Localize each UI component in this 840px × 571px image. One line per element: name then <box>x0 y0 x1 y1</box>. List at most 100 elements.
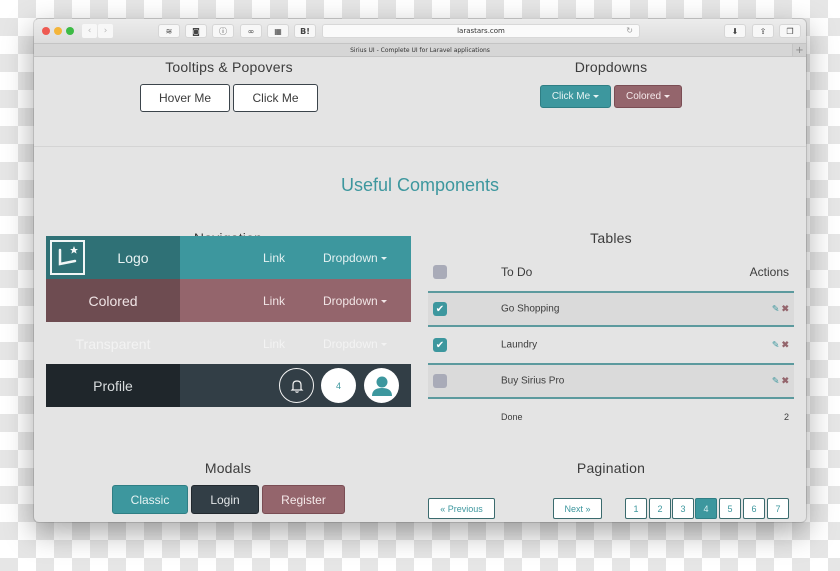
notifications-button[interactable] <box>279 368 314 403</box>
forward-button[interactable]: › <box>98 24 113 38</box>
back-button[interactable]: ‹ <box>82 24 97 38</box>
page-content: Tooltips & Popovers Hover Me Click Me Dr… <box>34 57 806 522</box>
useful-components-title: Useful Components <box>340 175 500 195</box>
avatar[interactable] <box>364 368 399 403</box>
table-row: Buy Sirius Pro ✎ ✖ <box>428 363 794 399</box>
navbar-brand[interactable]: Profile <box>46 364 180 407</box>
classic-modal-button[interactable]: Classic <box>112 485 188 514</box>
navbar-logo: Logo Link Dropdown <box>46 236 411 279</box>
navbar-profile: Profile 4 <box>46 364 411 407</box>
navbar-brand[interactable]: Transparent <box>46 322 180 365</box>
extension-record-button[interactable]: ◙ <box>185 24 207 38</box>
task-name: Buy Sirius Pro <box>501 375 565 387</box>
extension-book-button[interactable]: ▦ <box>267 24 289 38</box>
browser-toolbar: ‹ › ≋ ◙ ⓘ ∞ ▦ B! larastars.com ↻ ⬇ ⇪ ❐ <box>34 19 806 43</box>
delete-icon[interactable]: ✖ <box>781 340 789 351</box>
navbar-brand[interactable]: Colored <box>46 279 180 322</box>
share-button[interactable]: ⇪ <box>752 24 774 38</box>
nav-link[interactable]: Link <box>263 337 285 351</box>
table-header: To Do Actions <box>428 253 794 291</box>
dropdown-label: Dropdown <box>323 293 378 308</box>
click-me-button[interactable]: Click Me <box>233 84 318 112</box>
task-name: Go Shopping <box>501 303 560 315</box>
share-icon: ⇪ <box>759 26 767 36</box>
downloads-button[interactable]: ⬇ <box>724 24 746 38</box>
dropdown-label: Dropdown <box>323 336 378 351</box>
delete-icon[interactable]: ✖ <box>781 376 789 387</box>
extension-layers-button[interactable]: ≋ <box>158 24 180 38</box>
maximize-window-button[interactable] <box>66 27 74 35</box>
dropdown-label: Colored <box>625 91 662 102</box>
colored-dropdown[interactable]: Colored <box>614 85 682 108</box>
nav-link[interactable]: Link <box>263 294 285 308</box>
task-name: Laundry <box>501 339 538 351</box>
extension-link-button[interactable]: ∞ <box>240 24 262 38</box>
previous-page-button[interactable]: « Previous <box>428 498 495 519</box>
new-tab-button[interactable]: + <box>792 44 806 56</box>
brand-label: Transparent <box>75 335 151 352</box>
tab-title[interactable]: Sirius UI - Complete UI for Laravel appl… <box>350 47 490 54</box>
tabs-overview-button[interactable]: ❐ <box>779 24 801 38</box>
minimize-window-button[interactable] <box>54 27 62 35</box>
row-checkbox[interactable]: ✔ <box>433 302 447 316</box>
navbar-colored: Colored Link Dropdown <box>46 279 411 322</box>
check-icon: ✔ <box>435 339 445 351</box>
pencil-icon[interactable]: ✎ <box>772 376 780 387</box>
close-window-button[interactable] <box>42 27 50 35</box>
table-row: ✔ Laundry ✎ ✖ <box>428 327 794 363</box>
next-page-button[interactable]: Next » <box>553 498 602 519</box>
layers-icon: ≋ <box>165 26 173 36</box>
page-button-3[interactable]: 3 <box>672 498 694 519</box>
done-count: 2 <box>783 412 789 422</box>
tab-bar: Sirius UI - Complete UI for Laravel appl… <box>34 43 806 57</box>
dropdown-label: Click Me <box>551 91 591 102</box>
plus-icon: + <box>795 44 804 56</box>
record-icon: ◙ <box>192 26 200 36</box>
click-me-dropdown[interactable]: Click Me <box>540 85 611 108</box>
navbar-transparent: Transparent Link Dropdown <box>46 322 411 365</box>
pagination-title: Pagination <box>576 460 646 476</box>
navbar-brand[interactable]: Logo <box>46 236 180 279</box>
table-footer: Done 2 <box>428 399 794 435</box>
row-checkbox[interactable] <box>433 374 447 388</box>
logo-icon <box>50 240 85 275</box>
table-row: ✔ Go Shopping ✎ ✖ <box>428 291 794 327</box>
info-icon: ⓘ <box>219 26 227 36</box>
row-checkbox[interactable]: ✔ <box>433 338 447 352</box>
page-button-4-active[interactable]: 4 <box>695 498 717 519</box>
bell-icon <box>290 379 303 393</box>
delete-icon[interactable]: ✖ <box>781 304 789 315</box>
user-icon <box>371 376 392 396</box>
page-button-2[interactable]: 2 <box>649 498 671 519</box>
nav-dropdown[interactable]: Dropdown <box>323 251 387 265</box>
hover-me-button[interactable]: Hover Me <box>140 84 230 112</box>
pencil-icon[interactable]: ✎ <box>772 340 780 351</box>
select-all-checkbox[interactable] <box>433 265 447 279</box>
extension-hatena-button[interactable]: B! <box>294 24 316 38</box>
todo-table: To Do Actions ✔ Go Shopping ✎ ✖ ✔ Laundry… <box>428 253 794 435</box>
extension-info-button[interactable]: ⓘ <box>212 24 234 38</box>
caret-down-icon <box>380 299 387 303</box>
caret-down-icon <box>593 95 600 98</box>
brand-label: Logo <box>117 249 149 266</box>
nav-dropdown[interactable]: Dropdown <box>323 294 387 308</box>
address-bar[interactable]: larastars.com ↻ <box>322 24 640 38</box>
page-button-1[interactable]: 1 <box>625 498 647 519</box>
dropdowns-title: Dropdowns <box>574 59 648 75</box>
reload-icon[interactable]: ↻ <box>626 26 633 35</box>
register-modal-button[interactable]: Register <box>262 485 345 514</box>
brand-label: Colored <box>88 292 138 309</box>
pencil-icon[interactable]: ✎ <box>772 304 780 315</box>
done-label: Done <box>501 412 523 422</box>
book-icon: ▦ <box>274 26 282 36</box>
page-button-7[interactable]: 7 <box>767 498 789 519</box>
section-divider <box>34 146 806 147</box>
nav-dropdown[interactable]: Dropdown <box>323 337 387 351</box>
column-header-todo: To Do <box>501 265 533 279</box>
page-button-5[interactable]: 5 <box>719 498 741 519</box>
nav-link[interactable]: Link <box>263 251 285 265</box>
caret-down-icon <box>380 256 387 260</box>
login-modal-button[interactable]: Login <box>191 485 259 514</box>
page-button-6[interactable]: 6 <box>743 498 765 519</box>
count-badge[interactable]: 4 <box>321 368 356 403</box>
